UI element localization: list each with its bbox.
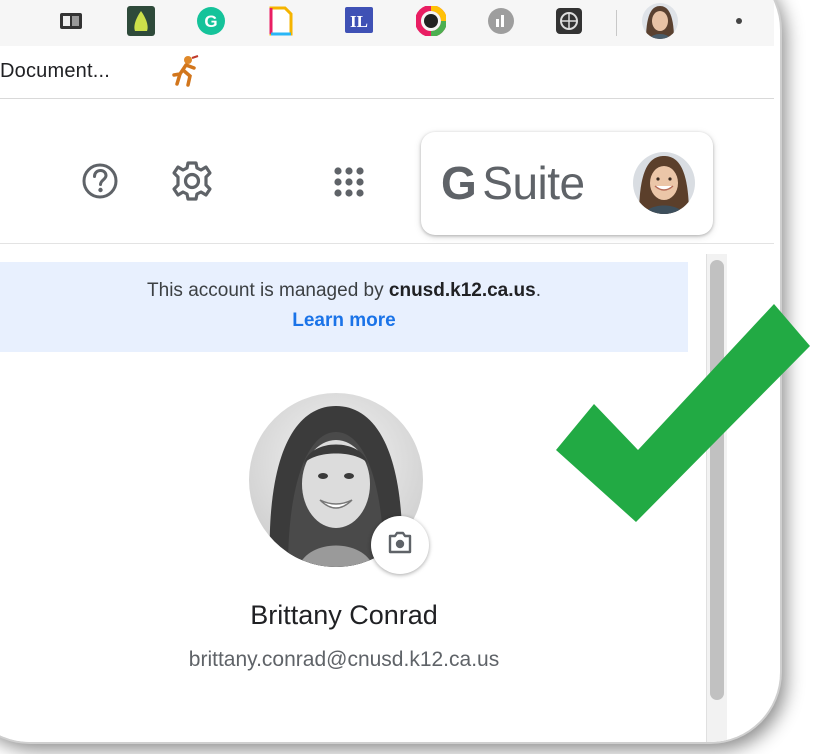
app-header: G Suite [0,99,774,243]
extension-il-icon[interactable]: IL [342,4,376,38]
profile-avatar-icon[interactable] [640,1,680,41]
extension-reader-icon[interactable] [54,4,88,38]
gsuite-account-button[interactable]: G Suite [421,132,713,235]
green-checkmark-icon [552,300,814,535]
extension-color-ring-icon[interactable] [414,4,448,38]
gsuite-brand: G Suite [441,156,585,210]
camera-icon [387,531,413,560]
account-avatar [631,150,697,216]
account-email: brittany.conrad@cnusd.k12.ca.us [188,648,500,671]
extension-analytics-icon[interactable] [484,4,518,38]
apps-grid-icon[interactable] [332,165,366,204]
toolbar-divider [616,10,617,36]
browser-menu-icon[interactable] [736,18,742,24]
screenshot-frame: G IL Document... G Suite This account is… [0,0,814,754]
managed-account-text: This account is managed by cnusd.k12.ca.… [0,280,688,302]
bookmarks-bar: Document... [0,46,774,99]
brand-suite: Suite [482,157,585,209]
running-figure-icon[interactable] [168,54,202,93]
svg-text:IL: IL [350,12,368,31]
bookmark-document[interactable]: Document... [0,60,110,83]
extensions-toolbar: G IL [0,0,774,46]
extension-pear-icon[interactable] [124,4,158,38]
header-divider [0,243,774,244]
document-extension-icon[interactable] [264,4,298,38]
managed-prefix: This account is managed by [147,280,389,301]
account-name: Brittany Conrad [250,600,438,630]
managed-domain: cnusd.k12.ca.us [388,280,536,301]
extension-globe-icon[interactable] [552,4,586,38]
brand-g: G [441,157,477,209]
change-photo-button[interactable] [371,516,429,574]
grammarly-icon[interactable]: G [194,4,228,38]
managed-suffix: . [535,280,541,301]
svg-text:G: G [204,12,217,31]
help-circle-icon[interactable] [80,161,120,206]
gear-icon[interactable] [170,159,214,208]
